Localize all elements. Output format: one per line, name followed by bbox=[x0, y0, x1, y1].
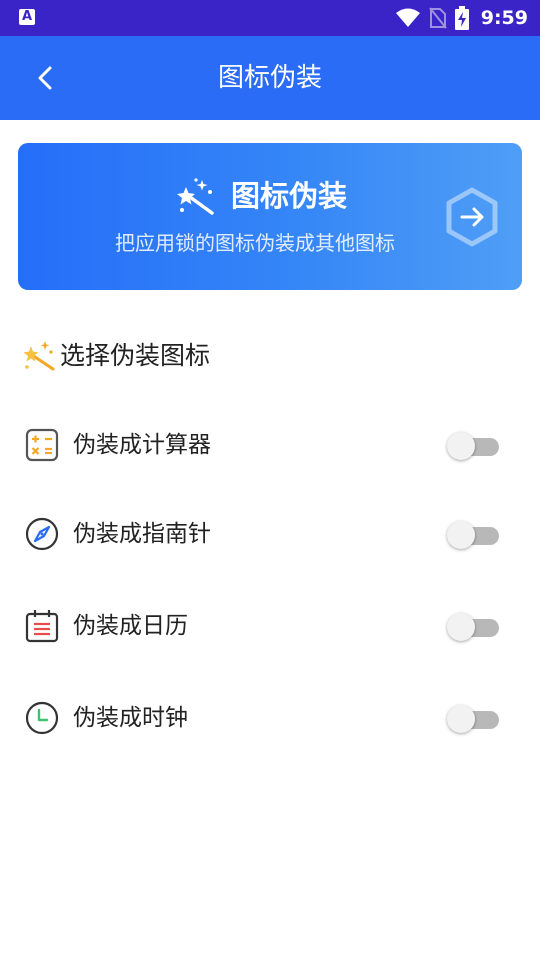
option-calendar[interactable]: 伪装成日历 bbox=[0, 596, 540, 656]
calendar-icon bbox=[25, 610, 59, 643]
magic-wand-icon bbox=[177, 178, 214, 215]
banner-title: 图标伪装 bbox=[231, 179, 348, 213]
section-title: 选择伪装图标 bbox=[60, 341, 211, 370]
status-icons: 9:59 bbox=[395, 6, 528, 30]
compass-toggle[interactable] bbox=[447, 520, 499, 550]
option-calculator[interactable]: 伪装成计算器 bbox=[0, 415, 540, 475]
option-label: 伪装成时钟 bbox=[73, 705, 188, 731]
app-bar: 图标伪装 bbox=[0, 36, 540, 120]
arrow-right-icon bbox=[446, 187, 498, 247]
wifi-icon bbox=[395, 8, 420, 27]
option-label: 伪装成日历 bbox=[73, 613, 188, 639]
toggle-thumb bbox=[447, 613, 475, 641]
calculator-toggle[interactable] bbox=[447, 431, 499, 461]
status-bar: A 9:59 bbox=[0, 0, 540, 36]
option-label: 伪装成指南针 bbox=[73, 521, 211, 547]
no-sim-icon bbox=[428, 7, 447, 29]
toggle-thumb bbox=[447, 705, 475, 733]
battery-charging-icon bbox=[454, 6, 469, 30]
compass-icon bbox=[25, 517, 59, 551]
icon-disguise-banner[interactable]: 图标伪装 把应用锁的图标伪装成其他图标 bbox=[18, 143, 522, 290]
calendar-toggle[interactable] bbox=[447, 612, 499, 642]
status-time: 9:59 bbox=[480, 7, 528, 29]
magic-wand-icon bbox=[23, 341, 55, 371]
app-notification-icon: A bbox=[19, 9, 35, 25]
clock-toggle[interactable] bbox=[447, 704, 499, 734]
option-label: 伪装成计算器 bbox=[73, 432, 211, 458]
calculator-icon bbox=[25, 428, 59, 462]
toggle-thumb bbox=[447, 432, 475, 460]
section-header: 选择伪装图标 bbox=[22, 336, 210, 376]
clock-icon bbox=[25, 701, 59, 735]
toggle-thumb bbox=[447, 521, 475, 549]
banner-subtitle: 把应用锁的图标伪装成其他图标 bbox=[115, 231, 395, 255]
option-compass[interactable]: 伪装成指南针 bbox=[0, 504, 540, 564]
page-title: 图标伪装 bbox=[217, 63, 322, 93]
option-clock[interactable]: 伪装成时钟 bbox=[0, 688, 540, 748]
